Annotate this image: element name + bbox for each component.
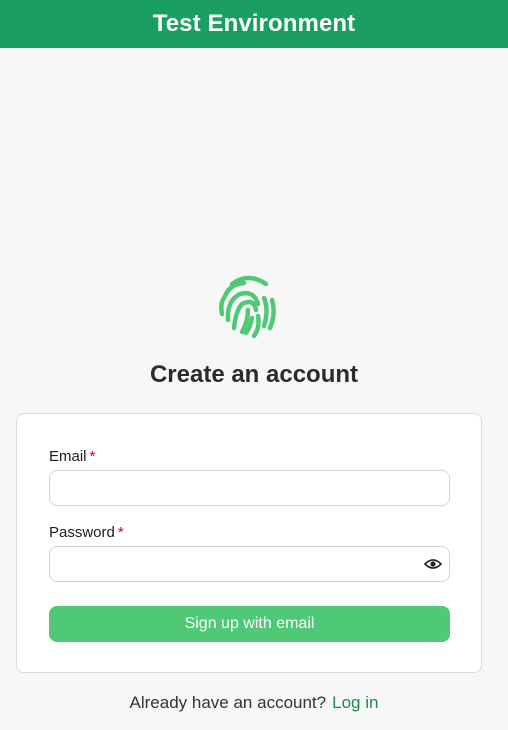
- sign-up-button[interactable]: Sign up with email: [49, 606, 450, 642]
- login-prompt: Already have an account? Log in: [0, 693, 508, 713]
- login-link[interactable]: Log in: [332, 693, 378, 712]
- login-prompt-text: Already have an account?: [129, 693, 327, 712]
- email-label: Email *: [49, 448, 95, 465]
- email-required-marker: *: [89, 448, 96, 465]
- password-required-marker: *: [117, 524, 124, 541]
- fingerprint-icon: [219, 275, 276, 338]
- environment-banner: Test Environment: [0, 0, 508, 48]
- email-label-text: Email: [49, 448, 87, 465]
- password-label-text: Password: [49, 524, 115, 541]
- password-label: Password *: [49, 524, 124, 541]
- eye-icon[interactable]: [424, 556, 442, 572]
- email-field[interactable]: [49, 470, 450, 506]
- banner-title: Test Environment: [152, 10, 356, 37]
- page-title: Create an account: [149, 361, 359, 388]
- password-field[interactable]: [49, 546, 450, 582]
